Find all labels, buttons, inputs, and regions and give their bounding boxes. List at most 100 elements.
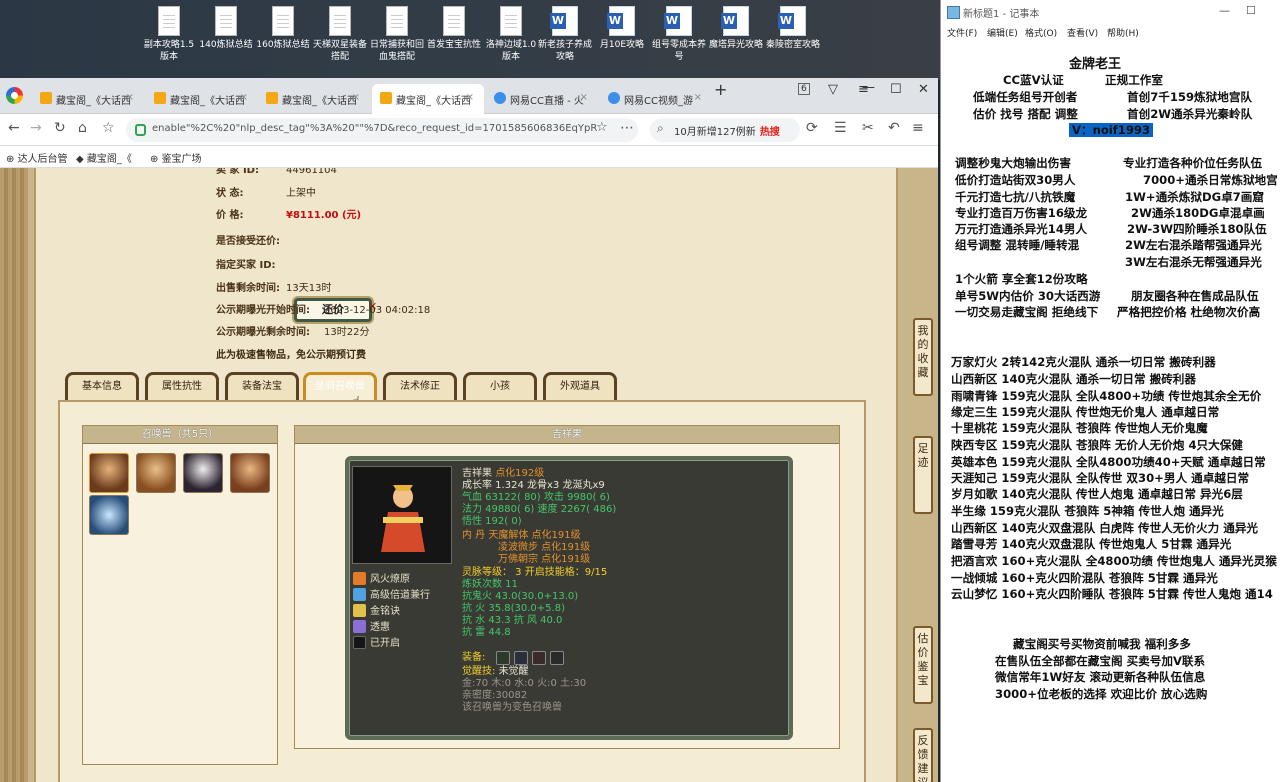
tab-pets[interactable]: 坐骑召唤兽 xyxy=(303,372,377,402)
pet-portrait xyxy=(352,466,452,564)
tab-appearance[interactable]: 外观道具 xyxy=(543,372,617,402)
desktop-file-icon[interactable]: 首发宝宝抗性 xyxy=(425,6,483,51)
text-line: 首创7千159炼狱地宫队 xyxy=(1127,90,1253,104)
equip-label: 装备: xyxy=(462,652,486,663)
cut-icon[interactable]: ✂ xyxy=(862,120,874,136)
tab-child[interactable]: 小孩 xyxy=(463,372,537,402)
browser-tab-active[interactable]: 藏宝阁_《大话西 × xyxy=(372,84,484,114)
pet-equip-slot[interactable] xyxy=(496,651,510,665)
text-file-icon xyxy=(215,6,237,36)
cbg-favicon-icon xyxy=(40,92,52,104)
menu-file[interactable]: 文件(F) xyxy=(947,26,977,39)
desktop-file-icon[interactable]: 日常捕获和回血鬼搭配 xyxy=(368,6,426,63)
desktop-doc-icon[interactable]: 组号零成本养号 xyxy=(650,6,708,63)
maximize-button[interactable]: ☐ xyxy=(1246,4,1256,17)
menu-help[interactable]: 帮助(H) xyxy=(1107,26,1139,39)
desktop-doc-icon[interactable]: 月10E攻略 xyxy=(593,6,651,51)
bookmark-star-icon[interactable]: ☆ xyxy=(102,120,115,136)
footprint-float-button[interactable]: 足迹 xyxy=(913,436,933,514)
reload-icon[interactable]: ↻ xyxy=(54,120,66,136)
resist-line: 抗 水 43.3 抗 风 40.0 xyxy=(462,615,563,626)
new-tab-icon[interactable]: + xyxy=(714,80,727,99)
minimize-button[interactable]: — xyxy=(862,80,875,95)
text-line: 十里桃花 159克火混队 苍狼阵 传世炮人无价鬼魔 xyxy=(951,421,1208,435)
undo-icon[interactable]: ↶ xyxy=(888,120,900,136)
pet-skill[interactable]: 透惠 xyxy=(353,618,390,633)
back-icon[interactable]: ← xyxy=(8,120,20,136)
desktop-file-icon[interactable]: 160炼狱总结 xyxy=(254,6,312,51)
desktop-doc-icon[interactable]: 新老孩子养成攻略 xyxy=(536,6,594,63)
desktop-file-icon[interactable]: 副本攻略1.5版本 xyxy=(140,6,198,63)
pet-figure-icon xyxy=(381,485,425,552)
browser-logo-icon[interactable] xyxy=(6,87,23,104)
status-row: 状 态: 上架中 xyxy=(216,188,316,199)
tab-spells[interactable]: 法术修正 xyxy=(383,372,457,402)
menu-grid-icon[interactable]: ☰ xyxy=(834,120,847,136)
appraise-float-button[interactable]: 估价鉴宝 xyxy=(913,626,933,704)
desktop-doc-icon[interactable]: 秦陵密室攻略 xyxy=(764,6,822,51)
close-tab-icon[interactable]: × xyxy=(240,92,248,103)
menu-view[interactable]: 查看(V) xyxy=(1067,26,1098,39)
favorite-star-icon[interactable]: ☆ xyxy=(596,120,608,135)
bookmark-item[interactable]: ⊕ 鉴宝广场 xyxy=(150,150,202,165)
tab-basic-info[interactable]: 基本信息 xyxy=(65,372,139,402)
close-tab-icon[interactable]: × xyxy=(352,92,360,103)
desktop-doc-icon[interactable]: 魔塔异光攻略 xyxy=(707,6,765,51)
pet-equip-slot[interactable] xyxy=(532,651,546,665)
tab-bar: 藏宝阁_《大话西 × 藏宝阁_《大话西 × 藏宝阁_《大话西 × 藏宝阁_《大话西 × … xyxy=(0,78,938,114)
close-window-button[interactable]: ✕ xyxy=(918,82,929,97)
menu-edit[interactable]: 编辑(E) xyxy=(987,26,1018,39)
pet-skill[interactable]: 已开启 xyxy=(353,634,400,649)
pet-avatar[interactable] xyxy=(89,453,129,493)
pet-avatar[interactable] xyxy=(136,453,176,493)
text-line: 单号5W内估价 30大话西游 xyxy=(955,289,1101,303)
text-line: 万家灯火 2转142克火混队 通杀一切日常 搬砖利器 xyxy=(951,355,1216,369)
minimize-button[interactable]: — xyxy=(1219,4,1230,17)
menu-format[interactable]: 格式(O) xyxy=(1025,26,1057,39)
pet-avatar[interactable] xyxy=(89,495,129,535)
extension-icon[interactable]: ▽ xyxy=(828,82,838,97)
pet-skill[interactable]: 风火燎原 xyxy=(353,570,410,585)
browser-tab[interactable]: 藏宝阁_《大话西 × xyxy=(146,84,258,114)
bookmark-item[interactable]: ⊕ 达人后台管 xyxy=(6,150,68,165)
text-line: 藏宝阁买号买物资前喊我 福利多多 xyxy=(1013,637,1191,651)
pet-equip-slot[interactable] xyxy=(550,651,564,665)
pet-avatar[interactable] xyxy=(230,453,270,493)
browser-tab[interactable]: 网易CC直播 - 火 × xyxy=(486,84,598,114)
url-bar[interactable]: enable"%2C%20"nlp_desc_tag"%3A%20""%7D&r… xyxy=(126,118,638,142)
secure-shield-icon xyxy=(135,124,146,136)
sync-icon[interactable]: ⟳ xyxy=(806,120,818,136)
pet-skill[interactable]: 金铭诀 xyxy=(353,602,400,617)
mp-spd-line: 法力 49880( 6) 速度 2267( 486) xyxy=(462,504,617,515)
more-icon[interactable]: ⋯ xyxy=(620,120,634,136)
fire-skill-icon xyxy=(353,572,366,585)
pet-equip-slot[interactable] xyxy=(514,651,528,665)
bookmark-item[interactable]: ◆ 藏宝阁_《 xyxy=(76,150,132,165)
tab-attributes[interactable]: 属性抗性 xyxy=(145,372,219,402)
text-line: 雨啸青锋 159克火混队 全队4800+功绩 传世炮其余全无价 xyxy=(951,389,1262,403)
browser-tab[interactable]: 网易CC视频_游 × xyxy=(600,84,712,114)
feedback-float-button[interactable]: 反馈建议 xyxy=(913,728,933,782)
intimacy-line: 亲密度:30082 xyxy=(462,690,528,701)
forward-icon[interactable]: → xyxy=(30,120,42,136)
desktop-file-icon[interactable]: 140炼狱总结 xyxy=(197,6,255,51)
favorites-float-button[interactable]: 我的收藏 xyxy=(913,318,933,396)
maximize-button[interactable]: ☐ xyxy=(890,82,902,97)
browser-tab[interactable]: 藏宝阁_《大话西 × xyxy=(258,84,370,114)
text-line: 1W+通杀炼狱DG卓7画窟 xyxy=(1125,190,1264,204)
desktop-file-icon[interactable]: 天梯双星装备搭配 xyxy=(311,6,369,63)
text-line: 朋友圈各种在售成品队伍 xyxy=(1131,289,1259,303)
tab-equipment[interactable]: 装备法宝 xyxy=(225,372,299,402)
pet-avatar[interactable] xyxy=(183,453,223,493)
settings-icon[interactable]: ≡ xyxy=(912,120,924,136)
browser-tab[interactable]: 藏宝阁_《大话西 × xyxy=(32,84,144,114)
desktop-file-icon[interactable]: 洛神边域1.0版本 xyxy=(482,6,540,63)
tab-count-badge[interactable]: 6 xyxy=(798,83,810,95)
close-tab-icon[interactable]: × xyxy=(126,92,134,103)
pet-skill[interactable]: 高级倍道兼行 xyxy=(353,586,430,601)
close-tab-icon[interactable]: × xyxy=(580,92,588,103)
close-tab-icon[interactable]: × xyxy=(694,92,702,103)
home-icon[interactable]: ⌂ xyxy=(78,120,87,136)
close-tab-icon[interactable]: × xyxy=(466,92,474,103)
search-box[interactable]: ⌕ 10月新增127例新 热搜 xyxy=(650,118,800,142)
